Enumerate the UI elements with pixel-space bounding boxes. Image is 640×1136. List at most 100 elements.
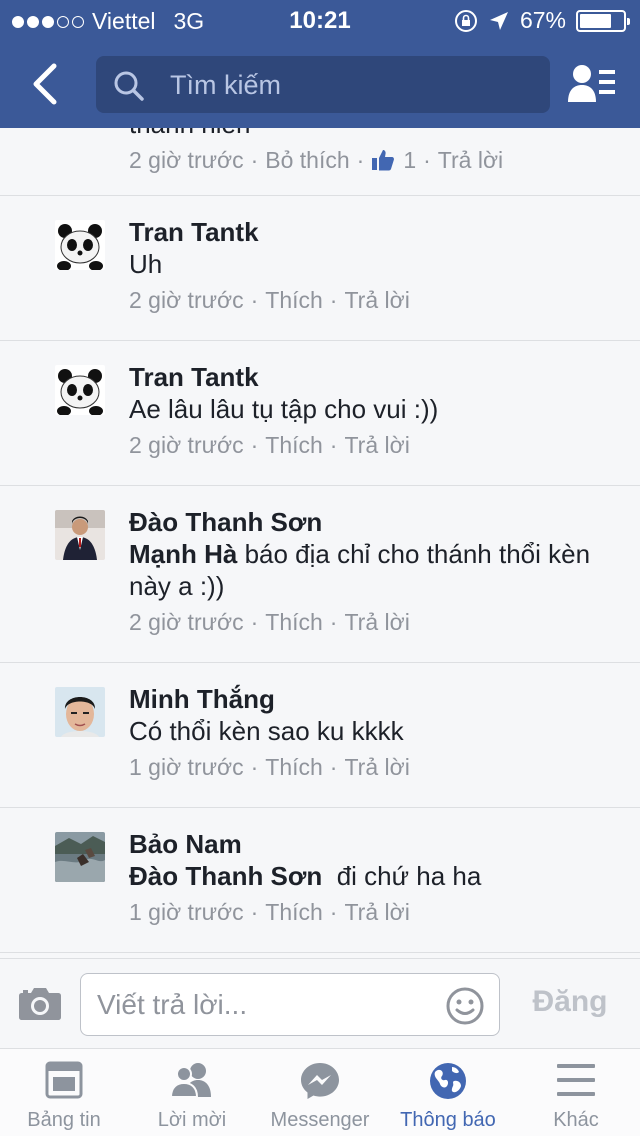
like-button[interactable]: Thích xyxy=(265,896,323,928)
panda-avatar-icon xyxy=(55,365,105,415)
like-button[interactable]: Thích xyxy=(265,429,323,461)
avatar[interactable] xyxy=(55,220,105,270)
mention-link[interactable]: Đào Thanh Sơn xyxy=(129,861,322,891)
comment-body: Đào Thanh Sơn Mạnh Hà báo địa chỉ cho th… xyxy=(129,506,610,638)
comment-author[interactable]: Minh Thắng xyxy=(129,683,610,715)
profile-photo-icon xyxy=(55,510,105,560)
comment-time: 2 giờ trước xyxy=(129,609,244,635)
search-input[interactable] xyxy=(170,68,530,102)
mention-link[interactable]: Mạnh Hà xyxy=(129,539,237,569)
news-feed-icon xyxy=(45,1061,83,1099)
tab-label: Lời mời xyxy=(157,1109,227,1131)
reply-button[interactable]: Trả lời xyxy=(344,606,409,638)
emoji-button[interactable] xyxy=(445,986,485,1031)
post-button[interactable]: Đăng xyxy=(520,985,620,1019)
tab-more[interactable]: Khác xyxy=(512,1049,640,1136)
comment-meta: 2 giờ trước · Bỏ thích · 1 · Trả lời xyxy=(129,144,610,176)
comment-author[interactable]: Tran Tantk xyxy=(129,216,610,248)
comment-item: thánh hiền 2 giờ trước · Bỏ thích · 1 · … xyxy=(0,128,640,196)
avatar[interactable] xyxy=(55,832,105,882)
comment-item: Tran Tantk Uh 2 giờ trước · Thích · Trả … xyxy=(0,196,640,341)
reply-composer: Đăng xyxy=(0,958,640,1048)
reply-button[interactable]: Trả lời xyxy=(438,144,503,176)
comment-time: 2 giờ trước xyxy=(129,287,244,313)
landscape-photo-icon xyxy=(55,832,105,882)
comment-author[interactable]: Đào Thanh Sơn xyxy=(129,506,610,538)
search-bar[interactable] xyxy=(96,56,550,113)
chevron-left-icon xyxy=(33,63,57,105)
like-count: 1 xyxy=(403,147,417,173)
comment-text: Đào Thanh Sơn đi chứ ha ha xyxy=(129,860,610,892)
comment-message: đi chứ ha ha xyxy=(322,861,482,891)
comment-item: Tran Tantk Ae lâu lâu tụ tập cho vui :))… xyxy=(0,341,640,486)
comment-meta: 2 giờ trước · Thích · Trả lời xyxy=(129,606,610,638)
messenger-icon xyxy=(301,1063,339,1099)
like-button[interactable]: Thích xyxy=(265,284,323,316)
friend-requests-icon xyxy=(169,1063,211,1098)
friends-list-icon xyxy=(568,65,615,102)
comment-body: Tran Tantk Ae lâu lâu tụ tập cho vui :))… xyxy=(129,361,610,461)
avatar[interactable] xyxy=(55,510,105,560)
comment-meta: 1 giờ trước · Thích · Trả lời xyxy=(129,896,610,928)
like-button[interactable]: Thích xyxy=(265,751,323,783)
reply-button[interactable]: Trả lời xyxy=(344,429,409,461)
comment-meta: 1 giờ trước · Thích · Trả lời xyxy=(129,751,610,783)
bottom-tab-bar: Bảng tin Lời mời Messenger Thông báo Khá… xyxy=(0,1048,640,1136)
comment-item: Đào Thanh Sơn Mạnh Hà báo địa chỉ cho th… xyxy=(0,486,640,663)
status-right: 67% xyxy=(454,7,630,34)
rotation-lock-icon xyxy=(454,9,477,32)
menu-icon xyxy=(557,1064,595,1096)
tab-news-feed[interactable]: Bảng tin xyxy=(0,1049,128,1136)
comment-item: Bảo Nam Đào Thanh Sơn đi chứ ha ha 1 giờ… xyxy=(0,808,640,953)
panda-avatar-icon xyxy=(55,220,105,270)
comment-time: 2 giờ trước xyxy=(129,432,244,458)
comment-meta: 2 giờ trước · Thích · Trả lời xyxy=(129,284,610,316)
reply-button[interactable]: Trả lời xyxy=(344,896,409,928)
top-header: Viettel 3G 10:21 67% xyxy=(0,0,640,128)
battery-percent: 67% xyxy=(519,7,566,33)
unlike-button[interactable]: Bỏ thích xyxy=(265,144,349,176)
tab-messenger[interactable]: Messenger xyxy=(256,1049,384,1136)
tab-notifications[interactable]: Thông báo xyxy=(384,1049,512,1136)
tab-label: Bảng tin xyxy=(27,1109,101,1131)
back-button[interactable] xyxy=(26,62,66,106)
like-button[interactable]: Thích xyxy=(265,606,323,638)
tab-label: Khác xyxy=(553,1109,599,1131)
comment-item: Minh Thắng Có thổi kèn sao ku kkkk 1 giờ… xyxy=(0,663,640,808)
smiley-icon xyxy=(446,987,484,1025)
comment-body: thánh hiền 2 giờ trước · Bỏ thích · 1 · … xyxy=(129,128,610,176)
comment-body: Minh Thắng Có thổi kèn sao ku kkkk 1 giờ… xyxy=(129,683,610,783)
comment-text: Có thổi kèn sao ku kkkk xyxy=(129,716,404,746)
avatar[interactable] xyxy=(55,687,105,737)
comment-time: 1 giờ trước xyxy=(129,899,244,925)
like-thumb-icon xyxy=(372,150,395,171)
location-icon xyxy=(489,11,508,30)
comment-text: Ae lâu lâu tụ tập cho vui :)) xyxy=(129,394,439,424)
profile-photo-icon xyxy=(55,687,105,737)
comment-meta: 2 giờ trước · Thích · Trả lời xyxy=(129,429,610,461)
reply-input[interactable] xyxy=(97,986,427,1024)
reply-field[interactable] xyxy=(80,973,500,1036)
comment-list[interactable]: thánh hiền 2 giờ trước · Bỏ thích · 1 · … xyxy=(0,128,640,958)
comment-author[interactable]: Tran Tantk xyxy=(129,361,610,393)
comment-body: Tran Tantk Uh 2 giờ trước · Thích · Trả … xyxy=(129,216,610,316)
comment-body: Bảo Nam Đào Thanh Sơn đi chứ ha ha 1 giờ… xyxy=(129,828,610,928)
comment-time: 1 giờ trước xyxy=(129,754,244,780)
reply-button[interactable]: Trả lời xyxy=(344,284,409,316)
status-bar: Viettel 3G 10:21 67% xyxy=(0,0,640,40)
comment-text: Uh xyxy=(129,249,163,279)
comment-time: 2 giờ trước xyxy=(129,147,244,173)
battery-icon xyxy=(576,9,630,32)
avatar[interactable] xyxy=(55,365,105,415)
comment-text: Mạnh Hà báo địa chỉ cho thánh thổi kèn n… xyxy=(129,538,610,602)
camera-button[interactable] xyxy=(18,985,62,1026)
comment-text: thánh hiền xyxy=(129,128,610,140)
comment-author[interactable]: Bảo Nam xyxy=(129,828,610,860)
friends-button[interactable] xyxy=(566,62,618,106)
tab-friend-requests[interactable]: Lời mời xyxy=(128,1049,256,1136)
search-icon xyxy=(114,71,144,101)
tab-label: Thông báo xyxy=(400,1109,496,1131)
reply-button[interactable]: Trả lời xyxy=(344,751,409,783)
camera-icon xyxy=(19,988,61,1020)
tab-label: Messenger xyxy=(270,1109,370,1131)
